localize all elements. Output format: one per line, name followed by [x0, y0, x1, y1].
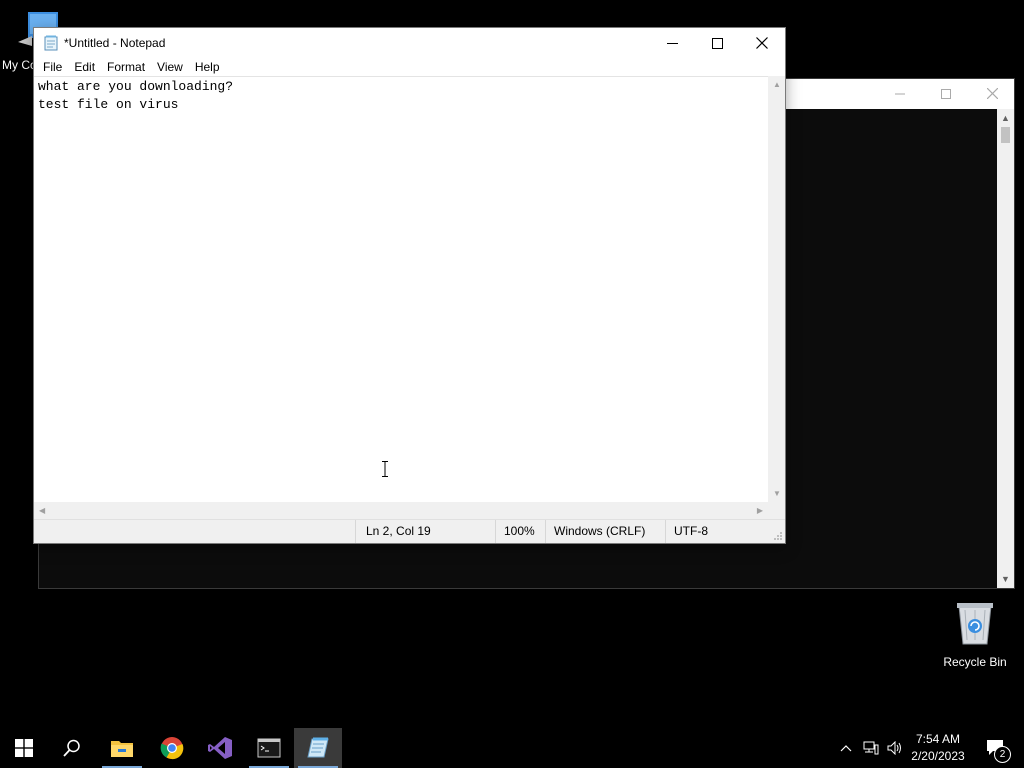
menu-help[interactable]: Help [189, 58, 226, 76]
close-button[interactable] [739, 28, 785, 58]
status-bar: Ln 2, Col 19 100% Windows (CRLF) UTF-8 [34, 519, 785, 543]
vertical-scrollbar[interactable]: ▲ ▼ [768, 76, 785, 502]
window-title: *Untitled - Notepad [64, 36, 166, 50]
taskbar-notepad[interactable] [294, 728, 342, 768]
taskbar-command-prompt[interactable] [245, 728, 293, 768]
scroll-down-icon[interactable]: ▼ [997, 574, 1014, 584]
notepad-titlebar[interactable]: *Untitled - Notepad [34, 28, 785, 58]
file-explorer-icon [111, 741, 133, 757]
notepad-window[interactable]: *Untitled - Notepad File Edit Format Vie… [33, 27, 786, 544]
status-line-ending: Windows (CRLF) [545, 520, 665, 543]
close-icon [986, 87, 998, 100]
search-button[interactable] [48, 728, 96, 768]
minimize-button[interactable] [649, 28, 695, 58]
scroll-thumb[interactable] [1001, 127, 1010, 143]
scroll-left-icon[interactable]: ◀ [39, 506, 45, 515]
visual-studio-icon [208, 737, 232, 759]
scroll-up-icon[interactable]: ▲ [773, 80, 781, 89]
maximize-button[interactable] [694, 28, 740, 58]
start-icon [15, 739, 33, 757]
taskbar: 7:54 AM 2/20/2023 2 [0, 728, 1024, 768]
text-editor[interactable]: what are you downloading? test file on v… [34, 76, 768, 502]
minimize-icon [895, 93, 905, 95]
search-icon [63, 739, 80, 757]
menu-format[interactable]: Format [101, 58, 151, 76]
network-icon [863, 741, 879, 755]
desktop-icon-label: Recycle Bin [943, 655, 1007, 669]
minimize-button[interactable] [877, 79, 923, 109]
show-hidden-icons-button[interactable] [836, 728, 856, 768]
horizontal-scrollbar[interactable]: ◀ ▶ [34, 502, 768, 519]
menu-edit[interactable]: Edit [68, 58, 101, 76]
taskbar-chrome[interactable] [148, 728, 196, 768]
desktop-icon-label: My Co [2, 58, 37, 72]
menu-bar: File Edit Format View Help [34, 58, 785, 76]
chrome-icon [160, 737, 184, 760]
maximize-button[interactable] [923, 79, 969, 109]
status-zoom: 100% [495, 520, 545, 543]
command-prompt-icon [257, 738, 281, 758]
resize-grip-icon[interactable] [773, 531, 783, 541]
status-encoding: UTF-8 [665, 520, 765, 543]
volume-button[interactable] [884, 728, 906, 768]
notification-count-badge: 2 [994, 746, 1011, 763]
speaker-icon [887, 741, 901, 755]
status-position: Ln 2, Col 19 [355, 520, 495, 543]
taskbar-visual-studio[interactable] [196, 728, 244, 768]
taskbar-file-explorer[interactable] [98, 728, 146, 768]
scroll-right-icon[interactable]: ▶ [757, 506, 763, 515]
action-center-button[interactable]: 2 [976, 728, 1016, 768]
scroll-down-icon[interactable]: ▼ [773, 489, 781, 498]
maximize-icon [941, 89, 951, 99]
network-button[interactable] [860, 728, 882, 768]
menu-file[interactable]: File [37, 58, 68, 76]
close-button[interactable] [969, 79, 1015, 109]
console-vertical-scrollbar[interactable]: ▲ ▼ [997, 109, 1014, 588]
maximize-icon [711, 37, 723, 49]
clock-date: 2/20/2023 [911, 749, 965, 763]
clock[interactable]: 7:54 AM 2/20/2023 [906, 731, 970, 765]
start-button[interactable] [0, 728, 48, 768]
minimize-icon [666, 42, 678, 44]
menu-view[interactable]: View [151, 58, 189, 76]
close-icon [756, 37, 768, 49]
text-cursor-icon [382, 461, 388, 477]
notepad-icon [44, 35, 58, 51]
scroll-corner [768, 502, 785, 519]
clock-time: 7:54 AM [915, 732, 961, 746]
recycle-bin-icon [957, 603, 993, 645]
desktop-icon-recycle-bin[interactable]: Recycle Bin [940, 600, 1010, 669]
scroll-up-icon[interactable]: ▲ [997, 113, 1014, 123]
notepad-icon [307, 737, 329, 758]
chevron-up-icon [840, 745, 852, 752]
